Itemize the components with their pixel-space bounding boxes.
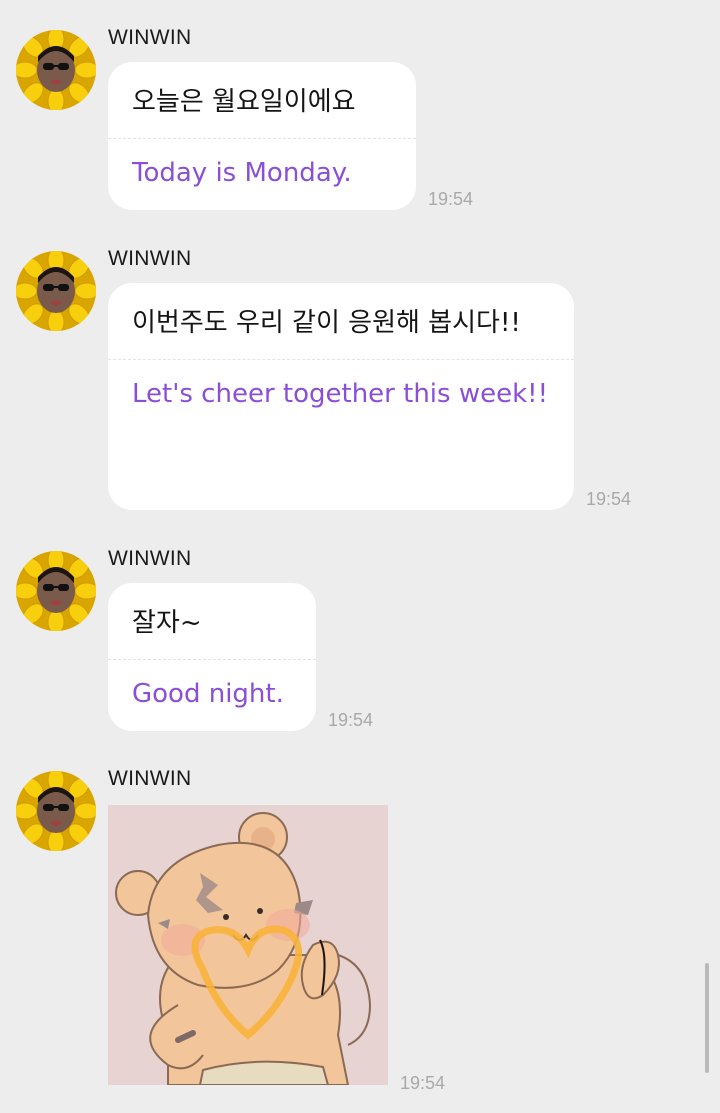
avatar[interactable] bbox=[16, 30, 96, 110]
scrollbar[interactable] bbox=[705, 963, 709, 1073]
sender-name: WINWIN bbox=[108, 26, 192, 49]
avatar[interactable] bbox=[16, 251, 96, 331]
message-bubble[interactable]: 오늘은 월요일이에요 Today is Monday. bbox=[108, 62, 416, 210]
message-bubble[interactable]: 잘자~ Good night. bbox=[108, 583, 316, 731]
translation-text: Let's cheer together this week!! bbox=[132, 379, 548, 409]
timestamp: 19:54 bbox=[400, 1073, 446, 1093]
message-bubble[interactable]: 이번주도 우리 같이 응원해 봅시다!! Let's cheer togethe… bbox=[108, 283, 574, 510]
timestamp: 19:54 bbox=[328, 710, 374, 730]
sender-name: WINWIN bbox=[108, 247, 192, 270]
sender-name: WINWIN bbox=[108, 767, 192, 790]
translation-text: Good night. bbox=[132, 679, 284, 709]
korean-text: 잘자~ bbox=[132, 608, 202, 638]
tiger-heart-sticker[interactable] bbox=[108, 805, 388, 1085]
translation-text: Today is Monday. bbox=[132, 158, 352, 188]
korean-text: 오늘은 월요일이에요 bbox=[132, 87, 356, 117]
tiger-sticker-icon bbox=[108, 805, 388, 1085]
sunflower-avatar-icon bbox=[16, 251, 96, 331]
timestamp: 19:54 bbox=[586, 489, 632, 509]
timestamp: 19:54 bbox=[428, 189, 474, 209]
avatar[interactable] bbox=[16, 551, 96, 631]
sunflower-avatar-icon bbox=[16, 30, 96, 110]
sunflower-avatar-icon bbox=[16, 771, 96, 851]
sender-name: WINWIN bbox=[108, 547, 192, 570]
korean-text: 이번주도 우리 같이 응원해 봅시다!! bbox=[132, 308, 521, 338]
sunflower-avatar-icon bbox=[16, 551, 96, 631]
avatar[interactable] bbox=[16, 771, 96, 851]
